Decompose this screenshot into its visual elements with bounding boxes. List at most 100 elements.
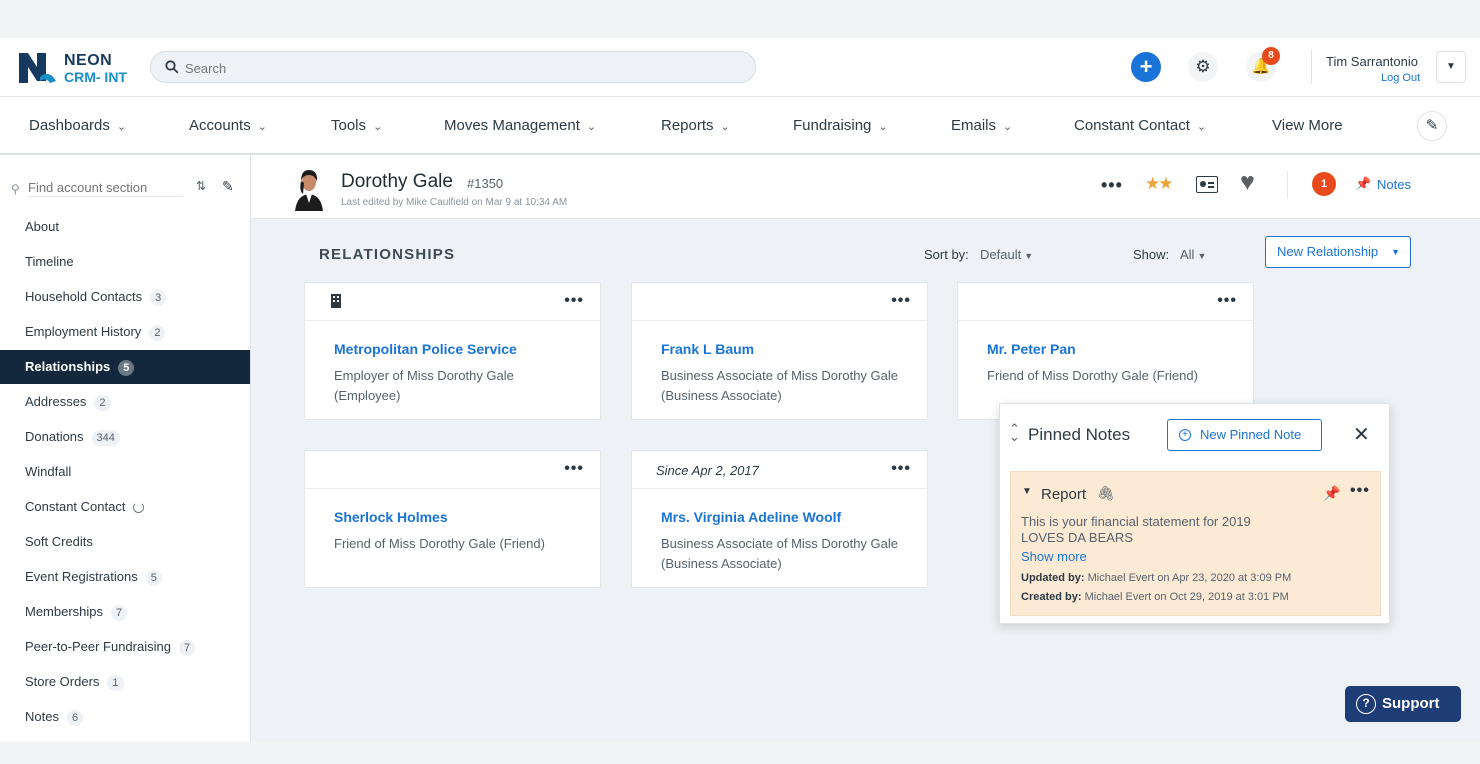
pencil-icon[interactable]: ✎ [222,178,234,195]
notes-link[interactable]: Notes [1377,177,1411,192]
sidebar-item-label: Timeline [25,254,74,269]
sidebar-item-soft-credits[interactable]: Soft Credits [0,525,250,559]
pin-icon: 📌 [1355,176,1372,191]
button-label: New Pinned Note [1200,427,1302,442]
nav-fundraising[interactable]: Fundraising ⌄ [793,117,888,134]
chevron-down-icon: ⌄ [1003,121,1013,133]
contact-card-icon[interactable] [1196,176,1218,193]
sort-dropdown[interactable]: Default ▼ [980,247,1033,262]
nav-constant-contact[interactable]: Constant Contact ⌄ [1074,117,1206,134]
caret-down-icon: ▼ [1197,251,1207,261]
sidebar-item-addresses[interactable]: Addresses 2 [0,385,250,419]
alert-count-badge[interactable]: 1 [1312,172,1336,196]
caret-down-icon: ▼ [1024,251,1034,261]
card-more-button[interactable]: ••• [564,292,584,310]
add-new-button[interactable]: + [1131,52,1161,82]
nav-label: Constant Contact [1074,117,1190,134]
pinned-notes-panel: ⌃ ⌄ Pinned Notes + New Pinned Note ✕ ▼ Rep… [999,403,1390,624]
sidebar-item-constant-contact[interactable]: Constant Contact [0,490,250,524]
nav-label: Moves Management [444,117,580,134]
card-more-button[interactable]: ••• [564,460,584,478]
relationship-name-link[interactable]: Mr. Peter Pan [987,341,1076,357]
sidebar-item-about[interactable]: About [0,210,250,244]
pin-icon[interactable]: 📌 [1323,485,1340,502]
sidebar-item-windfall[interactable]: Windfall [0,455,250,489]
brand-logo[interactable]: NEON CRM- INT [16,47,146,89]
sidebar-item-count: 2 [149,325,166,341]
star-icon: ★★ [1145,174,1174,193]
logout-link[interactable]: Log Out [1381,72,1420,84]
sidebar-item-timeline[interactable]: Timeline [0,245,250,279]
sidebar-item-memberships[interactable]: Memberships 7 [0,595,250,629]
relationship-description: Employer of Miss Dorothy Gale (Employee) [334,368,514,403]
note-updated: Updated by: Michael Evert on Apr 23, 202… [1021,572,1291,584]
brand-name-line2: CRM- INT [64,69,127,85]
nav-tools[interactable]: Tools ⌄ [331,117,382,134]
note-more-button[interactable]: ••• [1350,482,1370,500]
card-header: ••• [305,283,600,321]
sidebar-item-store-orders[interactable]: Store Orders 1 [0,665,250,699]
new-pinned-note-button[interactable]: + New Pinned Note [1167,419,1322,451]
meta-label: Created by: [1021,591,1082,603]
nav-moves-management[interactable]: Moves Management ⌄ [444,117,596,134]
close-icon[interactable]: ✕ [1353,422,1370,447]
new-relationship-button[interactable]: New Relationship ▼ [1265,236,1411,268]
find-section-input[interactable] [28,179,183,197]
relationship-card: ••• Metropolitan Police Service Employer… [304,282,601,420]
user-menu-button[interactable]: ▼ [1436,51,1466,83]
relationship-name-link[interactable]: Sherlock Holmes [334,509,448,525]
caret-down-icon: ▼ [1446,61,1456,72]
relationship-name-link[interactable]: Metropolitan Police Service [334,341,517,357]
more-actions-button[interactable]: ••• [1101,175,1123,196]
sidebar-item-event-registrations[interactable]: Event Registrations 5 [0,560,250,594]
button-label: Support [1382,695,1440,712]
nav-accounts[interactable]: Accounts ⌄ [189,117,267,134]
relationship-description: Friend of Miss Dorothy Gale (Friend) [334,536,545,551]
nav-emails[interactable]: Emails ⌄ [951,117,1012,134]
note-body-line: LOVES DA BEARS [1021,530,1133,545]
pinned-notes-title: Pinned Notes [1028,425,1131,444]
card-header: ••• [958,283,1253,321]
global-search[interactable] [150,51,756,83]
nav-label: Dashboards [29,117,110,134]
sidebar-item-household-contacts[interactable]: Household Contacts 3 [0,280,250,314]
card-header: ••• [305,451,600,489]
sidebar-item-relationships[interactable]: Relationships 5 [0,350,250,384]
nav-dashboards[interactable]: Dashboards ⌄ [29,117,126,134]
card-more-button[interactable]: ••• [891,460,911,478]
sidebar-item-label: Notes [25,709,59,724]
relationship-name-link[interactable]: Mrs. Virginia Adeline Woolf [661,509,841,525]
sidebar-item-employment-history[interactable]: Employment History 2 [0,315,250,349]
relationship-description: Business Associate of Miss Dorothy Gale … [661,536,898,571]
paperclip-icon: 🖇 [1097,485,1115,501]
show-more-link[interactable]: Show more [1021,549,1087,564]
card-more-button[interactable]: ••• [891,292,911,310]
sidebar-item-label: Soft Credits [25,534,93,549]
edit-nav-button[interactable]: ✎ [1417,111,1447,141]
card-more-button[interactable]: ••• [1217,292,1237,310]
relationship-description: Business Associate of Miss Dorothy Gale … [661,368,898,403]
show-value: All [1180,247,1195,262]
nav-label: View More [1272,117,1343,134]
sort-icon[interactable]: ⇅ [196,179,206,193]
show-dropdown[interactable]: All ▼ [1180,247,1206,262]
sort-value: Default [980,247,1022,262]
star-rating[interactable]: ★★ [1145,174,1174,194]
sidebar-item-label: Constant Contact [25,499,126,514]
support-button[interactable]: ? Support [1345,686,1461,722]
chevron-down-icon[interactable]: ▼ [1022,486,1032,497]
meta-label: Updated by: [1021,572,1085,584]
settings-button[interactable]: ⚙ [1188,52,1218,82]
plus-circle-icon: + [1179,429,1191,441]
sidebar-item-notes[interactable]: Notes 6 [0,700,250,734]
expand-collapse-icon[interactable]: ⌃ ⌄ [1009,422,1020,443]
record-header: Dorothy Gale #1350 Last edited by Mike C… [251,155,1480,219]
heart-icon[interactable]: ♥ [1240,168,1255,197]
sidebar-item-donations[interactable]: Donations 344 [0,420,250,454]
last-edited-text: Last edited by Mike Caulfield on Mar 9 a… [341,197,568,208]
relationship-name-link[interactable]: Frank L Baum [661,341,754,357]
nav-reports[interactable]: Reports ⌄ [661,117,730,134]
nav-view-more[interactable]: View More [1272,117,1343,134]
search-input[interactable] [185,58,725,78]
sidebar-item-peer-to-peer-fundraising[interactable]: Peer-to-Peer Fundraising 7 [0,630,250,664]
